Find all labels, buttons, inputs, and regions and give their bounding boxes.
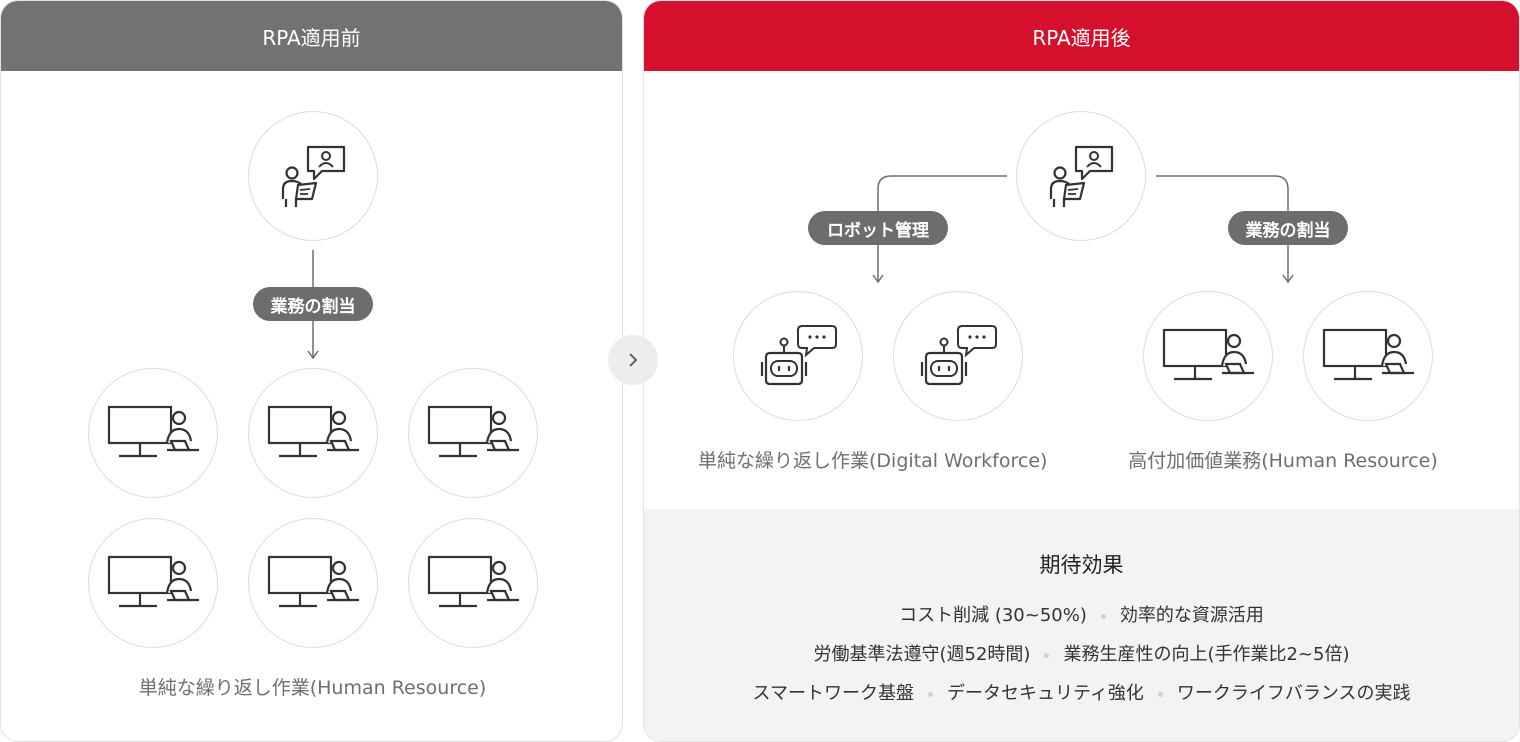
effect-item: ワークライフバランスの実践 [1176, 683, 1411, 704]
digital-workforce-caption: 単純な繰り返し作業(Digital Workforce) [698, 450, 1048, 472]
worker-circle [1303, 291, 1433, 421]
dot-separator [927, 691, 933, 697]
effect-item: 効率的な資源活用 [1119, 605, 1264, 626]
worker-at-computer-icon [105, 553, 201, 613]
worker-circle [408, 368, 538, 498]
worker-at-computer-icon [265, 553, 361, 613]
manager-circle [1016, 111, 1146, 241]
worker-at-computer-icon [425, 553, 521, 613]
before-caption: 単純な繰り返し作業(Human Resource) [138, 677, 487, 699]
expected-effects: 期待効果 コスト削減 (30~50%) 効率的な資源活用 労働基準法遵守(週52時… [644, 509, 1519, 741]
dot-separator [1157, 691, 1163, 697]
worker-circle [408, 518, 538, 648]
robot-management-pill: ロボット管理 [808, 211, 948, 245]
manager-circle [248, 111, 378, 241]
worker-at-computer-icon [1160, 326, 1256, 386]
dot-separator [1044, 652, 1050, 658]
robot-circle [893, 291, 1023, 421]
effect-item: コスト削減 (30~50%) [899, 605, 1087, 626]
robot-circle [733, 291, 863, 421]
effects-row-2: 労働基準法遵守(週52時間) 業務生産性の向上(手作業比2~5倍) [644, 640, 1519, 666]
worker-at-computer-icon [1320, 326, 1416, 386]
worker-at-computer-icon [265, 403, 361, 463]
after-assign-pill: 業務の割当 [1228, 211, 1348, 245]
chevron-right-icon [629, 353, 638, 367]
human-resource-caption: 高付加価値業務(Human Resource) [1128, 450, 1438, 472]
effects-row-3: スマートワーク基盤 データセキュリティ強化 ワークライフバランスの実践 [644, 679, 1519, 705]
robot-chat-icon [758, 322, 838, 390]
next-button[interactable] [608, 335, 658, 385]
effects-title: 期待効果 [1039, 553, 1124, 577]
before-panel: RPA適用前 業務の割当 単純な繰り返し作業(Human Resource) [0, 0, 623, 742]
worker-circle [1143, 291, 1273, 421]
worker-circle [248, 368, 378, 498]
manager-presenting-icon [1046, 143, 1116, 209]
worker-at-computer-icon [425, 403, 521, 463]
worker-at-computer-icon [105, 403, 201, 463]
manager-presenting-icon [278, 143, 348, 209]
robot-chat-icon [918, 322, 998, 390]
effect-item: 業務生産性の向上(手作業比2~5倍) [1063, 644, 1350, 665]
effect-item: スマートワーク基盤 [752, 683, 914, 704]
worker-circle [88, 368, 218, 498]
worker-circle [88, 518, 218, 648]
effect-item: データセキュリティ強化 [946, 683, 1144, 704]
after-panel: RPA適用後 ロボット管理 業務の割当 単純な繰り返し作業(Digital Wo… [643, 0, 1520, 742]
effects-row-1: コスト削減 (30~50%) 効率的な資源活用 [644, 601, 1519, 627]
dot-separator [1100, 613, 1106, 619]
worker-circle [248, 518, 378, 648]
before-assign-pill: 業務の割当 [253, 287, 373, 321]
effect-item: 労働基準法遵守(週52時間) [813, 644, 1031, 665]
